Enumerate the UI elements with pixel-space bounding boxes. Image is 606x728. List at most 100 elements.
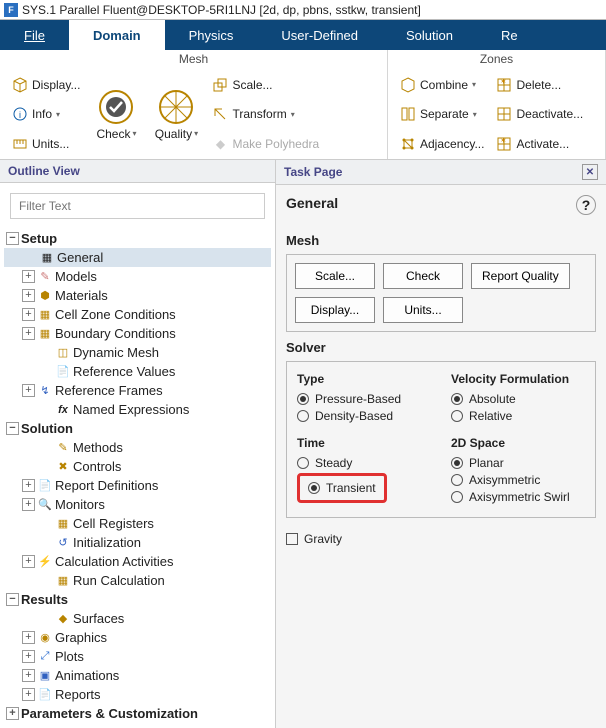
- steady-radio[interactable]: Steady: [297, 456, 431, 470]
- expand-icon[interactable]: +: [22, 308, 35, 321]
- check-mesh-button[interactable]: Check: [383, 263, 463, 289]
- tab-results[interactable]: Re: [477, 20, 522, 50]
- pressure-based-radio[interactable]: Pressure-Based: [297, 392, 431, 406]
- scale-button[interactable]: Scale...: [208, 75, 323, 95]
- expand-icon[interactable]: +: [22, 327, 35, 340]
- tab-physics[interactable]: Physics: [165, 20, 258, 50]
- delete-label: Delete...: [516, 78, 561, 92]
- tree-calc-activities[interactable]: +⚡Calculation Activities: [4, 552, 271, 571]
- expand-icon[interactable]: +: [22, 669, 35, 682]
- outline-tree: −Setup ▦General +✎Models +⬢Materials +▦C…: [0, 229, 275, 728]
- expand-icon[interactable]: +: [22, 555, 35, 568]
- tree-methods[interactable]: ✎Methods: [4, 438, 271, 457]
- monitors-icon: 🔍: [37, 498, 53, 511]
- transform-icon: [212, 106, 228, 122]
- help-icon[interactable]: ?: [576, 195, 596, 215]
- tree-graphics[interactable]: +◉Graphics: [4, 628, 271, 647]
- combine-icon: [400, 77, 416, 93]
- activate-label: Activate...: [516, 137, 569, 151]
- expand-icon[interactable]: +: [22, 270, 35, 283]
- tree-monitors[interactable]: +🔍Monitors: [4, 495, 271, 514]
- expand-icon[interactable]: +: [6, 707, 19, 720]
- gravity-checkbox[interactable]: Gravity: [286, 532, 596, 546]
- display-mesh-button[interactable]: Display...: [295, 297, 375, 323]
- planar-radio[interactable]: Planar: [451, 456, 585, 470]
- transform-button[interactable]: Transform ▾: [208, 104, 323, 124]
- make-polyhedra-button: ◆ Make Polyhedra: [208, 134, 323, 154]
- activate-button[interactable]: ✶ Activate...: [492, 134, 587, 154]
- units-button[interactable]: Units...: [8, 134, 84, 154]
- tab-user-defined[interactable]: User-Defined: [257, 20, 382, 50]
- space-fieldset: 2D Space Planar Axisymmetric Axisymmetri…: [451, 436, 585, 507]
- tree-cell-zone[interactable]: +▦Cell Zone Conditions: [4, 305, 271, 324]
- tab-domain[interactable]: Domain: [69, 20, 165, 50]
- task-page-body: Mesh Scale... Check Report Quality Displ…: [276, 225, 606, 546]
- check-button[interactable]: Check▾: [86, 70, 146, 159]
- expand-icon[interactable]: +: [22, 650, 35, 663]
- tree-parameters[interactable]: +Parameters & Customization: [4, 704, 271, 723]
- checkbox-icon: [286, 533, 298, 545]
- tree-initialization[interactable]: ↺Initialization: [4, 533, 271, 552]
- group-label-zones: Zones: [394, 52, 599, 70]
- deactivate-button[interactable]: Deactivate...: [492, 104, 587, 124]
- tree-boundary[interactable]: +▦Boundary Conditions: [4, 324, 271, 343]
- run-icon: ▦: [55, 574, 71, 587]
- expand-icon[interactable]: +: [22, 498, 35, 511]
- adjacency-button[interactable]: Adjacency...: [396, 134, 488, 154]
- quality-button[interactable]: Quality▾: [146, 70, 206, 159]
- delete-button[interactable]: ✶ Delete...: [492, 75, 587, 95]
- tree-dynamic-mesh[interactable]: ◫Dynamic Mesh: [4, 343, 271, 362]
- tree-controls[interactable]: ✖Controls: [4, 457, 271, 476]
- tree-run-calculation[interactable]: ▦Run Calculation: [4, 571, 271, 590]
- tree-reports[interactable]: +📄Reports: [4, 685, 271, 704]
- grid-activate-icon: ✶: [496, 136, 512, 152]
- collapse-icon[interactable]: −: [6, 422, 19, 435]
- collapse-icon[interactable]: −: [6, 593, 19, 606]
- expand-icon[interactable]: +: [22, 479, 35, 492]
- units-mesh-button[interactable]: Units...: [383, 297, 463, 323]
- tree-setup[interactable]: −Setup: [4, 229, 271, 248]
- app-icon: F: [4, 3, 18, 17]
- transient-highlight: Transient: [297, 473, 387, 503]
- refframes-icon: ↯: [37, 384, 53, 397]
- info-button[interactable]: i Info ▾: [8, 104, 84, 124]
- dynmesh-icon: ◫: [55, 346, 71, 359]
- expand-icon[interactable]: +: [22, 384, 35, 397]
- tree-surfaces[interactable]: ◆Surfaces: [4, 609, 271, 628]
- expand-icon[interactable]: +: [22, 631, 35, 644]
- axisymmetric-radio[interactable]: Axisymmetric: [451, 473, 585, 487]
- absolute-radio[interactable]: Absolute: [451, 392, 585, 406]
- tree-materials[interactable]: +⬢Materials: [4, 286, 271, 305]
- tree-models[interactable]: +✎Models: [4, 267, 271, 286]
- expand-icon[interactable]: +: [22, 289, 35, 302]
- tree-results[interactable]: −Results: [4, 590, 271, 609]
- close-icon[interactable]: ✕: [582, 164, 598, 180]
- tree-cell-registers[interactable]: ▦Cell Registers: [4, 514, 271, 533]
- tree-general[interactable]: ▦General: [4, 248, 271, 267]
- tree-solution[interactable]: −Solution: [4, 419, 271, 438]
- tree-reference-values[interactable]: 📄Reference Values: [4, 362, 271, 381]
- scale-button[interactable]: Scale...: [295, 263, 375, 289]
- tree-plots[interactable]: +⤢Plots: [4, 647, 271, 666]
- density-based-radio[interactable]: Density-Based: [297, 409, 431, 423]
- radio-icon: [297, 457, 309, 469]
- group-label-mesh: Mesh: [6, 52, 381, 70]
- relative-radio[interactable]: Relative: [451, 409, 585, 423]
- filter-input[interactable]: [10, 193, 265, 219]
- transient-radio[interactable]: Transient: [308, 481, 376, 495]
- tree-animations[interactable]: +▣Animations: [4, 666, 271, 685]
- collapse-icon[interactable]: −: [6, 232, 19, 245]
- axisymmetric-swirl-radio[interactable]: Axisymmetric Swirl: [451, 490, 585, 504]
- tree-named-expressions[interactable]: fxNamed Expressions: [4, 400, 271, 419]
- report-quality-button[interactable]: Report Quality: [471, 263, 570, 289]
- expand-icon[interactable]: +: [22, 688, 35, 701]
- separate-button[interactable]: Separate ▾: [396, 104, 488, 124]
- tab-solution[interactable]: Solution: [382, 20, 477, 50]
- display-button[interactable]: Display...: [8, 75, 84, 95]
- cellreg-icon: ▦: [55, 517, 71, 530]
- tree-reference-frames[interactable]: +↯Reference Frames: [4, 381, 271, 400]
- tab-file[interactable]: File: [0, 20, 69, 50]
- combine-button[interactable]: Combine ▾: [396, 75, 488, 95]
- tree-report-definitions[interactable]: +📄Report Definitions: [4, 476, 271, 495]
- chevron-down-icon: ▾: [473, 110, 477, 119]
